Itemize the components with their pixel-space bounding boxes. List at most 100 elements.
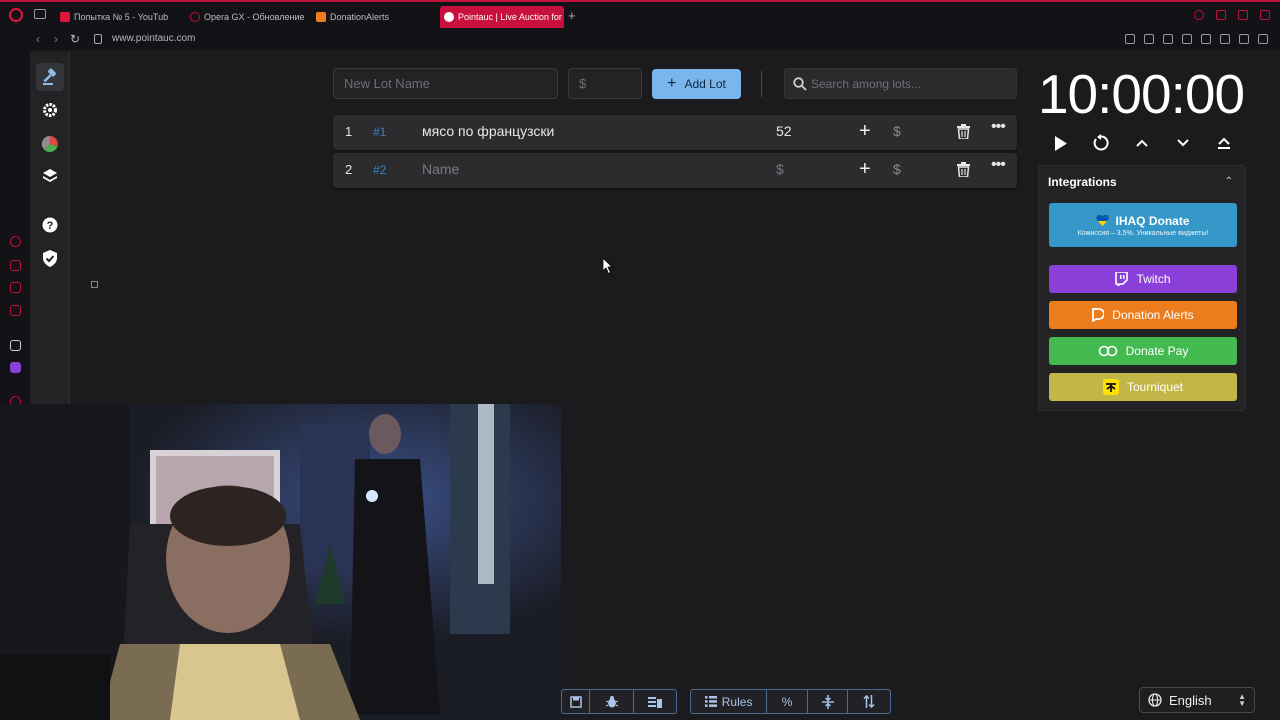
opera-icon bbox=[190, 12, 200, 22]
new-lot-name-input[interactable] bbox=[333, 68, 558, 99]
eject-icon bbox=[1218, 137, 1230, 149]
sidebar-item-help[interactable]: ? bbox=[36, 211, 64, 239]
sidebar-item-layers[interactable] bbox=[36, 162, 64, 190]
snapshot-icon[interactable] bbox=[1144, 34, 1154, 44]
search-icon[interactable] bbox=[1194, 10, 1204, 20]
chevron-up-icon[interactable]: ⌃ bbox=[1225, 176, 1233, 187]
chat-icon[interactable] bbox=[10, 282, 21, 293]
report-bug-button[interactable] bbox=[590, 690, 634, 713]
integrations-title: Integrations bbox=[1048, 175, 1117, 189]
donate-pay-button[interactable]: Donate Pay bbox=[1049, 337, 1237, 365]
play-button[interactable] bbox=[1048, 131, 1072, 155]
trash-icon[interactable] bbox=[957, 124, 970, 139]
donation-alerts-label: Donation Alerts bbox=[1112, 308, 1194, 322]
lot-name[interactable]: Name bbox=[422, 161, 459, 177]
heart-icon[interactable] bbox=[1220, 34, 1230, 44]
aria-icon[interactable] bbox=[10, 340, 21, 351]
lot-index: 2 bbox=[345, 162, 353, 177]
lot-amount[interactable]: 52 bbox=[776, 123, 792, 139]
svg-text:?: ? bbox=[47, 220, 54, 232]
layers-icon bbox=[43, 169, 57, 182]
sort-button[interactable] bbox=[848, 690, 890, 713]
increase-time-button[interactable] bbox=[1130, 131, 1154, 155]
new-lot-price-input[interactable] bbox=[568, 68, 642, 99]
tourniquet-icon bbox=[1102, 379, 1119, 395]
sidebar-item-settings[interactable] bbox=[36, 96, 64, 124]
twitch-icon bbox=[1115, 272, 1129, 286]
percent-button[interactable]: % bbox=[767, 690, 808, 713]
donation-alerts-button[interactable]: Donation Alerts bbox=[1049, 301, 1237, 329]
search-input[interactable] bbox=[811, 69, 1011, 98]
globe-icon bbox=[1148, 693, 1162, 707]
decrease-time-button[interactable] bbox=[1171, 131, 1195, 155]
tab-opera-gx[interactable]: Opera GX - Обновление bbox=[186, 6, 304, 28]
add-amount-button[interactable]: + bbox=[859, 120, 871, 142]
sidebar-item-auction[interactable] bbox=[36, 63, 64, 91]
sidebar-item-statistics[interactable] bbox=[36, 130, 64, 158]
external-link-icon bbox=[91, 281, 98, 288]
messenger-icon[interactable] bbox=[10, 260, 21, 271]
forward-icon[interactable]: › bbox=[54, 32, 58, 46]
webcam-overlay bbox=[0, 404, 561, 720]
app-sidebar: ? bbox=[30, 52, 98, 407]
double-time-button[interactable] bbox=[1212, 131, 1236, 155]
url-field[interactable]: www.pointauc.com bbox=[112, 33, 195, 44]
tab-label: Попытка № 5 - YouTub bbox=[74, 12, 169, 22]
ihaq-donate-button[interactable]: IHAQ Donate Комиссия – 3,5%. Уникальные … bbox=[1049, 203, 1237, 247]
play-icon bbox=[1054, 135, 1067, 151]
more-options-icon[interactable]: ••• bbox=[991, 118, 1006, 136]
lot-name[interactable]: мясо по французски bbox=[422, 123, 554, 139]
account-icon[interactable] bbox=[1239, 34, 1249, 44]
menu-icon[interactable] bbox=[1258, 34, 1268, 44]
dollar-button[interactable]: $ bbox=[893, 161, 901, 177]
lot-amount[interactable]: $ bbox=[776, 161, 784, 177]
language-label: English bbox=[1169, 692, 1212, 708]
save-button[interactable] bbox=[562, 690, 590, 713]
back-icon[interactable]: ‹ bbox=[36, 32, 40, 46]
tab-pointauc[interactable]: Pointauc | Live Auction for bbox=[440, 6, 564, 28]
donate-pay-label: Donate Pay bbox=[1125, 344, 1189, 358]
dollar-button[interactable]: $ bbox=[893, 123, 901, 139]
tourniquet-button[interactable]: Tourniquet bbox=[1049, 373, 1237, 401]
clear-lots-button[interactable] bbox=[634, 690, 676, 713]
rules-button[interactable]: Rules bbox=[691, 690, 768, 713]
tab-label: Pointauc | Live Auction for bbox=[458, 12, 562, 22]
sidebar-item-privacy[interactable] bbox=[36, 244, 64, 272]
opera-gx-control-icon[interactable] bbox=[10, 236, 21, 247]
tourniquet-label: Tourniquet bbox=[1126, 380, 1184, 394]
more-options-icon[interactable]: ••• bbox=[991, 156, 1006, 174]
translate-icon[interactable] bbox=[1182, 34, 1192, 44]
plus-icon: + bbox=[667, 75, 677, 92]
wallet-icon[interactable] bbox=[1163, 34, 1173, 44]
tab-label: Opera GX - Обновление bbox=[204, 12, 304, 22]
twitch-button[interactable]: Twitch bbox=[1049, 265, 1237, 293]
opera-logo-icon[interactable] bbox=[9, 8, 23, 22]
gear-icon bbox=[43, 103, 57, 117]
add-lot-button[interactable]: + Add Lot bbox=[652, 69, 741, 99]
send-icon[interactable] bbox=[1201, 34, 1211, 44]
add-amount-button[interactable]: + bbox=[859, 158, 871, 180]
search-icon bbox=[793, 77, 807, 91]
close-icon[interactable] bbox=[1260, 10, 1270, 20]
tab-donationalerts[interactable]: DonationAlerts bbox=[312, 6, 422, 28]
instagram-icon[interactable] bbox=[10, 305, 21, 316]
minimize-icon[interactable] bbox=[1216, 10, 1226, 20]
new-tab-icon[interactable]: + bbox=[568, 8, 576, 23]
lot-row: 2 #2 Name $ + $ ••• bbox=[333, 153, 1017, 188]
window-controls bbox=[1194, 10, 1270, 20]
reset-button[interactable] bbox=[1089, 131, 1113, 155]
compress-button[interactable] bbox=[808, 690, 849, 713]
search-box bbox=[784, 68, 1017, 99]
chevron-down-icon bbox=[1177, 139, 1189, 147]
language-select[interactable]: English ▲ ▼ bbox=[1139, 687, 1255, 713]
reload-icon[interactable]: ↻ bbox=[70, 32, 80, 46]
tab-snapshot-icon[interactable] bbox=[34, 9, 46, 19]
pointauc-icon bbox=[444, 12, 454, 22]
maximize-icon[interactable] bbox=[1238, 10, 1248, 20]
pin-icon[interactable] bbox=[1125, 34, 1135, 44]
shield-check-icon bbox=[43, 249, 57, 267]
twitch-sidebar-icon[interactable] bbox=[10, 362, 21, 373]
trash-icon[interactable] bbox=[957, 162, 970, 177]
list-icon bbox=[704, 696, 717, 707]
tab-youtube[interactable]: Попытка № 5 - YouTub bbox=[56, 6, 176, 28]
